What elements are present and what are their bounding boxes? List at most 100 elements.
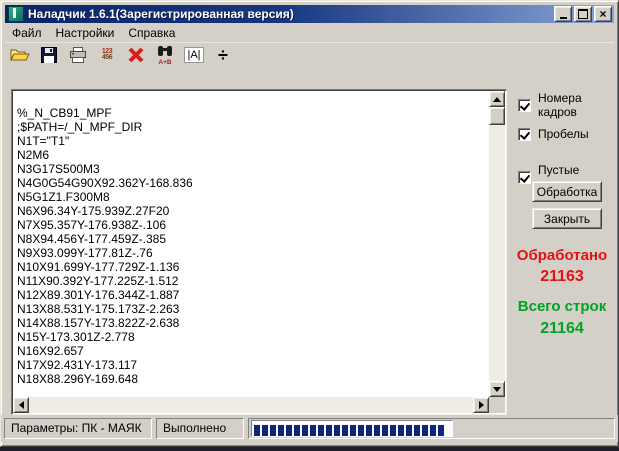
scroll-right-button[interactable] (473, 397, 489, 413)
code-editor: %_N_CB91_MPF;$PATH=/_N_MPF_DIRN1T="T1"N2… (11, 89, 507, 415)
code-editor-text[interactable]: %_N_CB91_MPF;$PATH=/_N_MPF_DIRN1T="T1"N2… (14, 92, 489, 397)
processed-value: 21163 (506, 268, 618, 286)
print-button[interactable] (65, 44, 91, 66)
scrollbar-corner (489, 397, 505, 413)
code-line: N16X92.657 (17, 344, 489, 358)
progress-segment (430, 425, 436, 436)
window-controls: × (554, 6, 612, 22)
desktop-edge (0, 447, 619, 451)
minimize-button[interactable] (554, 6, 572, 22)
scroll-up-button[interactable] (489, 91, 505, 107)
code-line: N8X94.456Y-177.459Z-.385 (17, 232, 489, 246)
total-label: Всего строк (506, 298, 618, 315)
line-numbers-bottom: 456 (102, 55, 112, 61)
progress-segment (318, 425, 324, 436)
arrow-down-icon (493, 387, 501, 392)
open-folder-icon (10, 47, 30, 63)
delete-button[interactable] (123, 44, 149, 66)
progress-segment (286, 425, 292, 436)
title-bar[interactable]: Наладчик 1.6.1(Зарегистрированная версия… (5, 5, 614, 23)
progress-segment (310, 425, 316, 436)
option-frame-numbers: Номера кадров (518, 91, 618, 119)
progress-segment (358, 425, 364, 436)
save-file-button[interactable] (36, 44, 62, 66)
progress-segment (438, 425, 444, 436)
divide-icon: ÷ (218, 46, 228, 64)
spaces-label[interactable]: Пробелы (538, 127, 589, 141)
total-value: 21164 (506, 320, 618, 338)
code-line: N11X90.392Y-177.225Z-1.512 (17, 274, 489, 288)
menu-bar: Файл Настройки Справка (5, 24, 614, 42)
progress-segment (350, 425, 356, 436)
app-icon[interactable] (8, 6, 24, 22)
code-line: N13X88.531Y-175.173Z-2.263 (17, 302, 489, 316)
maximize-button[interactable] (574, 6, 592, 22)
code-line: %_N_CB91_MPF (17, 106, 489, 120)
code-line: N14X88.157Y-173.822Z-2.638 (17, 316, 489, 330)
progress-segment (366, 425, 372, 436)
progress-segment (326, 425, 332, 436)
find-replace-button[interactable]: A+B (152, 44, 178, 66)
progress-segment (374, 425, 380, 436)
save-floppy-icon (41, 47, 57, 63)
progress-segment (422, 425, 428, 436)
close-action-button[interactable]: Закрыть (532, 208, 602, 229)
progress-bar (251, 420, 453, 437)
code-line: N18X88.296Y-169.648 (17, 372, 489, 386)
divide-button[interactable]: ÷ (210, 44, 236, 66)
process-button[interactable]: Обработка (532, 181, 602, 202)
code-line: N2M6 (17, 148, 489, 162)
binoculars-replace-icon: A+B (155, 44, 175, 65)
vertical-scrollbar[interactable] (489, 91, 505, 397)
spaces-checkbox[interactable] (518, 128, 531, 141)
menu-help[interactable]: Справка (121, 24, 182, 42)
menu-settings[interactable]: Настройки (49, 24, 122, 42)
close-button[interactable]: × (594, 6, 612, 22)
scroll-left-button[interactable] (13, 397, 29, 413)
printer-icon (68, 47, 88, 63)
progress-segment (302, 425, 308, 436)
minimize-icon (560, 17, 567, 19)
horizontal-scrollbar[interactable] (13, 397, 489, 413)
progress-segment (414, 425, 420, 436)
progress-segment (270, 425, 276, 436)
frame-numbers-label[interactable]: Номера кадров (538, 91, 618, 119)
progress-segment (254, 425, 260, 436)
app-window: Наладчик 1.6.1(Зарегистрированная версия… (0, 0, 619, 447)
toolbar: 123 456 A+B |A| ÷ (5, 42, 614, 66)
maximize-icon (578, 9, 588, 19)
open-file-button[interactable] (7, 44, 33, 66)
code-line: N15Y-173.301Z-2.778 (17, 330, 489, 344)
option-spaces: Пробелы (518, 127, 589, 141)
code-line: N10X91.699Y-177.729Z-1.136 (17, 260, 489, 274)
code-line: ;$PATH=/_N_MPF_DIR (17, 120, 489, 134)
code-line: N3G17S500M3 (17, 162, 489, 176)
code-line: N12X89.301Y-176.344Z-1.887 (17, 288, 489, 302)
status-progress-text: Выполнено 100 % (156, 418, 244, 439)
status-progress-panel (248, 418, 615, 439)
code-line: N1T="T1" (17, 134, 489, 148)
progress-segment (406, 425, 412, 436)
code-line: N5G1Z1.F300M8 (17, 190, 489, 204)
empty-lines-checkbox[interactable] (518, 171, 531, 184)
arrow-left-icon (19, 401, 24, 409)
menu-file[interactable]: Файл (5, 24, 49, 42)
code-line: N7X95.357Y-176.938Z-.106 (17, 218, 489, 232)
scroll-down-button[interactable] (489, 381, 505, 397)
vertical-scroll-thumb[interactable] (489, 107, 505, 125)
red-x-delete-icon (127, 47, 145, 63)
line-numbers-icon: 123 456 (102, 49, 112, 61)
progress-segment (294, 425, 300, 436)
arrow-right-icon (479, 401, 484, 409)
code-line: N17X92.431Y-173.117 (17, 358, 489, 372)
progress-segment (262, 425, 268, 436)
format-text-button[interactable]: |A| (181, 44, 207, 66)
progress-segment (398, 425, 404, 436)
code-line: N9X93.099Y-177.81Z-.76 (17, 246, 489, 260)
renumber-lines-button[interactable]: 123 456 (94, 44, 120, 66)
processed-label: Обработано (506, 247, 618, 264)
letter-a-bars-icon: |A| (184, 47, 203, 63)
progress-segment (278, 425, 284, 436)
frame-numbers-checkbox[interactable] (518, 99, 531, 112)
code-line: N6X96.34Y-175.939Z.27F20 (17, 204, 489, 218)
